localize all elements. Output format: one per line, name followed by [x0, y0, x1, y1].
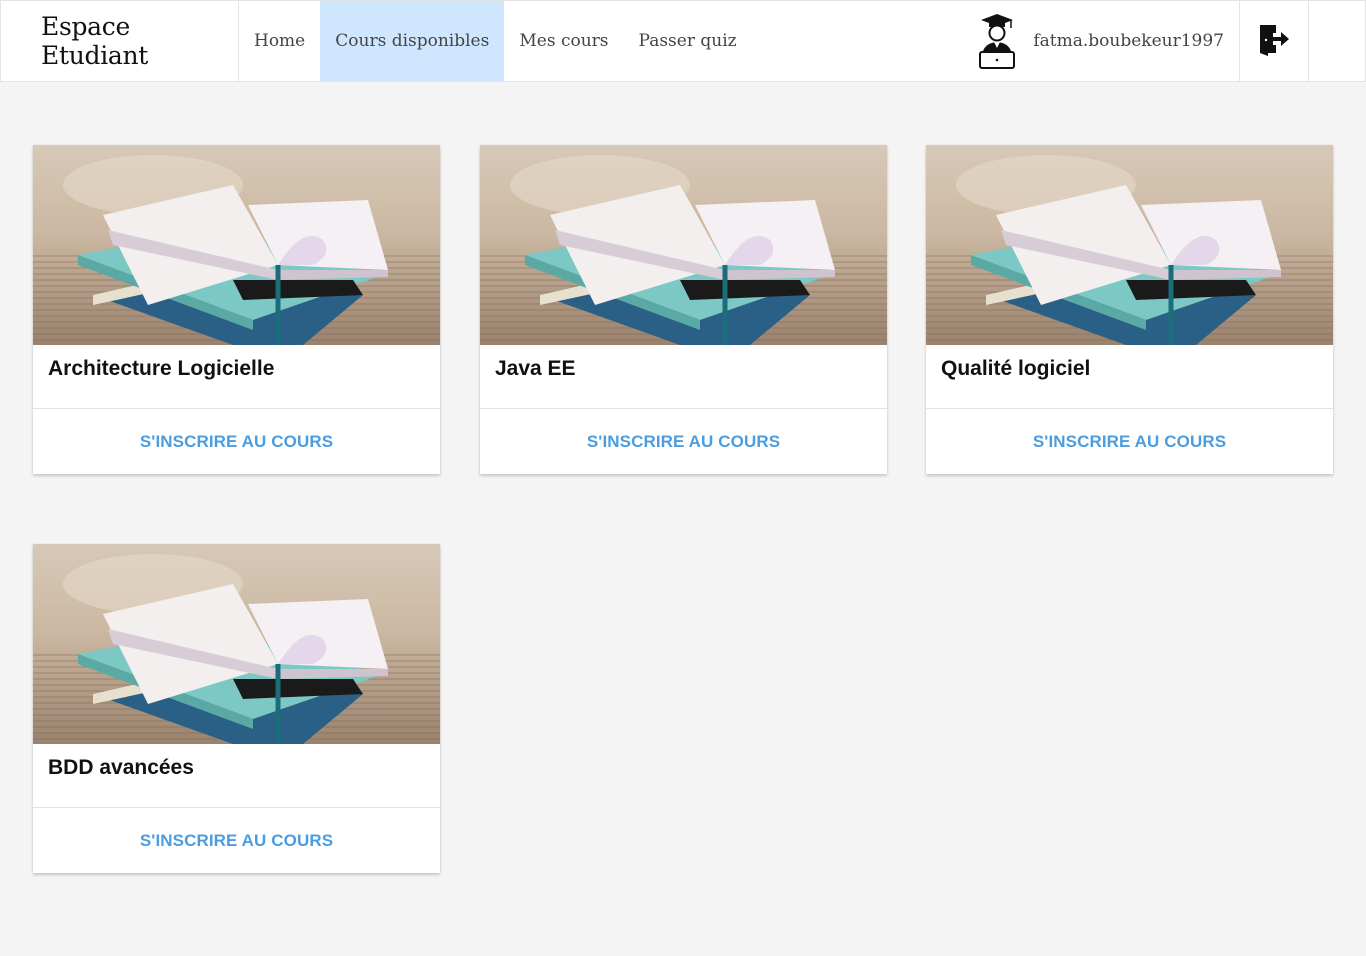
nav-link-home[interactable]: Home [239, 1, 320, 81]
nav-link-cours-disponibles[interactable]: Cours disponibles [320, 1, 505, 81]
course-title: Qualité logiciel [926, 345, 1333, 409]
nav-link-mes-cours[interactable]: Mes cours [504, 1, 623, 81]
book-stack-image [33, 544, 440, 744]
nav-links: Home Cours disponibles Mes cours Passer … [239, 1, 752, 81]
enroll-button[interactable]: S'inscrire au cours [33, 808, 440, 873]
course-title: BDD avancées [33, 744, 440, 808]
course-title: Architecture Logicielle [33, 345, 440, 409]
enroll-button[interactable]: S'inscrire au cours [926, 409, 1333, 474]
logout-button[interactable] [1240, 1, 1309, 81]
book-stack-image [33, 145, 440, 345]
logout-door-icon [1257, 22, 1291, 61]
student-graduate-icon [975, 11, 1019, 71]
top-navbar: Espace Etudiant Home Cours disponibles M… [0, 0, 1366, 82]
enroll-button[interactable]: S'inscrire au cours [480, 409, 887, 474]
course-card: Qualité logiciel S'inscrire au cours [926, 145, 1333, 474]
navbar-spacer [1309, 1, 1365, 81]
book-stack-image [926, 145, 1333, 345]
course-title: Java EE [480, 345, 887, 409]
brand-title[interactable]: Espace Etudiant [1, 1, 239, 81]
nav-link-passer-quiz[interactable]: Passer quiz [624, 1, 752, 81]
username-label: fatma.boubekeur1997 [1033, 31, 1224, 51]
enroll-button[interactable]: S'inscrire au cours [33, 409, 440, 474]
course-card: BDD avancées S'inscrire au cours [33, 544, 440, 873]
course-card: Architecture Logicielle S'inscrire au co… [33, 145, 440, 474]
book-stack-image [480, 145, 887, 345]
user-profile[interactable]: fatma.boubekeur1997 [975, 1, 1240, 81]
course-card: Java EE S'inscrire au cours [480, 145, 887, 474]
nav-user-area: fatma.boubekeur1997 [975, 1, 1365, 81]
